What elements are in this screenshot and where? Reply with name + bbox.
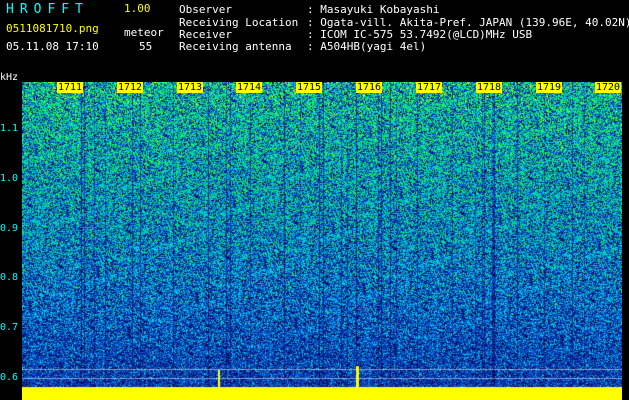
meteor-count: 55 xyxy=(139,40,153,53)
x-tick-1714: 1714 xyxy=(236,82,263,93)
y-tick-0-9: 0.9 xyxy=(0,223,19,234)
x-tick-1711: 1711 xyxy=(57,82,84,93)
antenna-label: Receiving antenna xyxy=(179,40,292,53)
spectrogram-plot xyxy=(22,82,622,400)
x-tick-1713: 1713 xyxy=(177,82,204,93)
x-tick-1717: 1717 xyxy=(416,82,443,93)
x-tick-1716: 1716 xyxy=(356,82,383,93)
location-value: : Ogata-vill. Akita-Pref. JAPAN (139.96E… xyxy=(307,16,629,29)
y-tick-1-1: 1.1 xyxy=(0,123,19,134)
file-name: 0511081710.png xyxy=(6,22,99,35)
spectrogram-canvas xyxy=(22,82,622,400)
x-tick-1719: 1719 xyxy=(536,82,563,93)
x-tick-1718: 1718 xyxy=(476,82,503,93)
y-tick-0-6: 0.6 xyxy=(0,372,19,383)
observer-label: Observer xyxy=(179,3,232,16)
app-logo: HROFFT xyxy=(6,2,89,17)
receiver-value: : ICOM IC-575 53.7492(@LCD)MHz USB xyxy=(307,28,533,41)
receiver-label: Receiver xyxy=(179,28,232,41)
y-tick-0-7: 0.7 xyxy=(0,322,19,333)
header-panel: HROFFT 1.00 0511081710.png meteor 05.11.… xyxy=(0,0,629,83)
meteor-label: meteor xyxy=(124,26,164,39)
antenna-value: : A504HB(yagi 4el) xyxy=(307,40,427,53)
date-time: 05.11.08 17:10 xyxy=(6,40,99,53)
y-axis-unit: kHz xyxy=(0,72,19,83)
x-tick-1720: 1720 xyxy=(595,82,622,93)
observer-value: : Masayuki Kobayashi xyxy=(307,3,440,16)
app-version: 1.00 xyxy=(124,2,151,15)
location-label: Receiving Location xyxy=(179,16,299,29)
y-tick-1-0: 1.0 xyxy=(0,173,19,184)
x-tick-1715: 1715 xyxy=(296,82,323,93)
x-tick-1712: 1712 xyxy=(117,82,144,93)
y-tick-0-8: 0.8 xyxy=(0,272,19,283)
